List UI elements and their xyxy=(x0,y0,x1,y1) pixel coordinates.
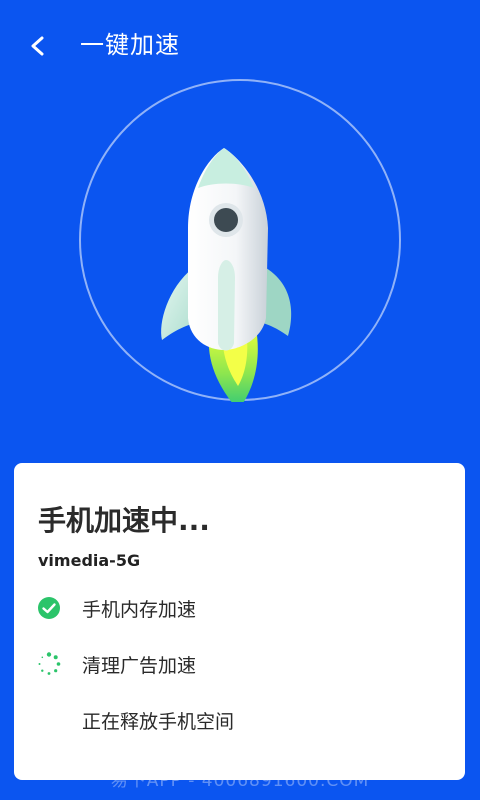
step-label: 清理广告加速 xyxy=(82,654,197,677)
step-memory: 手机内存加速 xyxy=(36,593,196,623)
step-storage: 正在释放手机空间 xyxy=(36,705,234,735)
rocket-window xyxy=(214,208,238,232)
acceleration-card: 手机加速中... vimedia-5G 手机内存加速 清理广告加速 正在释放手机… xyxy=(14,463,465,780)
app-header: 一键加速 xyxy=(0,0,480,90)
step-label: 手机内存加速 xyxy=(82,598,197,621)
loading-spinner-icon xyxy=(36,651,62,677)
card-title: 手机加速中... xyxy=(38,504,210,537)
page-title: 一键加速 xyxy=(80,31,180,59)
rocket-stripe xyxy=(218,260,235,351)
rocket-illustration xyxy=(79,79,401,402)
pending-placeholder xyxy=(36,707,62,733)
step-ads: 清理广告加速 xyxy=(36,649,196,679)
network-name: vimedia-5G xyxy=(38,551,141,570)
back-button[interactable] xyxy=(20,28,56,64)
check-circle-icon xyxy=(36,595,62,621)
watermark: 易下APP - 4006891600.COM xyxy=(110,771,370,791)
chevron-left-icon xyxy=(31,36,44,56)
step-label: 正在释放手机空间 xyxy=(82,710,235,733)
